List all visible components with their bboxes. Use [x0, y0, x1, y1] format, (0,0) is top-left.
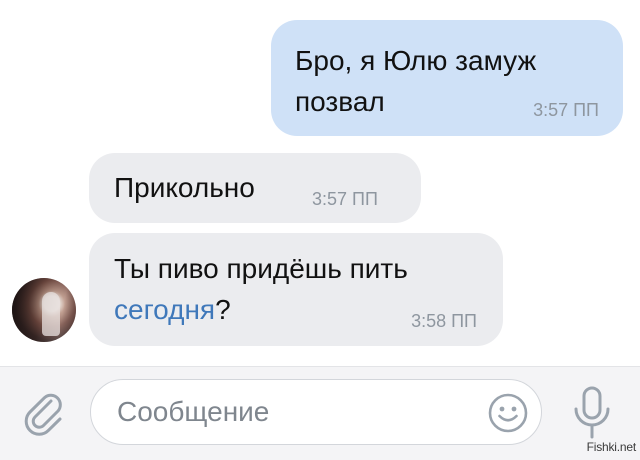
message-line: Бро, я Юлю замуж [295, 45, 537, 76]
paperclip-icon[interactable] [20, 389, 68, 437]
microphone-icon[interactable] [570, 385, 614, 441]
message-text: Прикольно [114, 172, 255, 203]
message-punctuation: ? [215, 294, 231, 325]
message-timestamp: 3:58 ПП [411, 311, 477, 331]
outgoing-message-bubble[interactable]: Бро, я Юлю замуж позвал 3:57 ПП [271, 20, 623, 136]
message-line: Ты пиво придёшь пить [114, 253, 408, 284]
incoming-message-bubble[interactable]: Прикольно 3:57 ПП [89, 153, 421, 223]
avatar-photo-figure [42, 292, 60, 336]
date-link[interactable]: сегодня [114, 294, 215, 325]
message-input[interactable]: Сообщение [90, 379, 542, 445]
message-text: Бро, я Юлю замуж позвал [295, 40, 536, 122]
message-text: Ты пиво придёшь пить сегодня? [114, 248, 408, 330]
watermark-text: Fishki.net [586, 440, 637, 454]
message-timestamp: 3:57 ПП [312, 189, 378, 209]
message-list[interactable]: Бро, я Юлю замуж позвал 3:57 ПП Прикольн… [0, 0, 640, 366]
message-timestamp: 3:57 ПП [533, 100, 599, 120]
user-avatar[interactable] [12, 278, 76, 342]
incoming-message-bubble[interactable]: Ты пиво придёшь пить сегодня? 3:58 ПП [89, 233, 503, 346]
message-input-placeholder: Сообщение [117, 396, 270, 427]
message-composer: Сообщение Fishki.net [0, 366, 640, 460]
smiley-icon[interactable] [487, 392, 529, 434]
message-line: позвал [295, 86, 385, 117]
